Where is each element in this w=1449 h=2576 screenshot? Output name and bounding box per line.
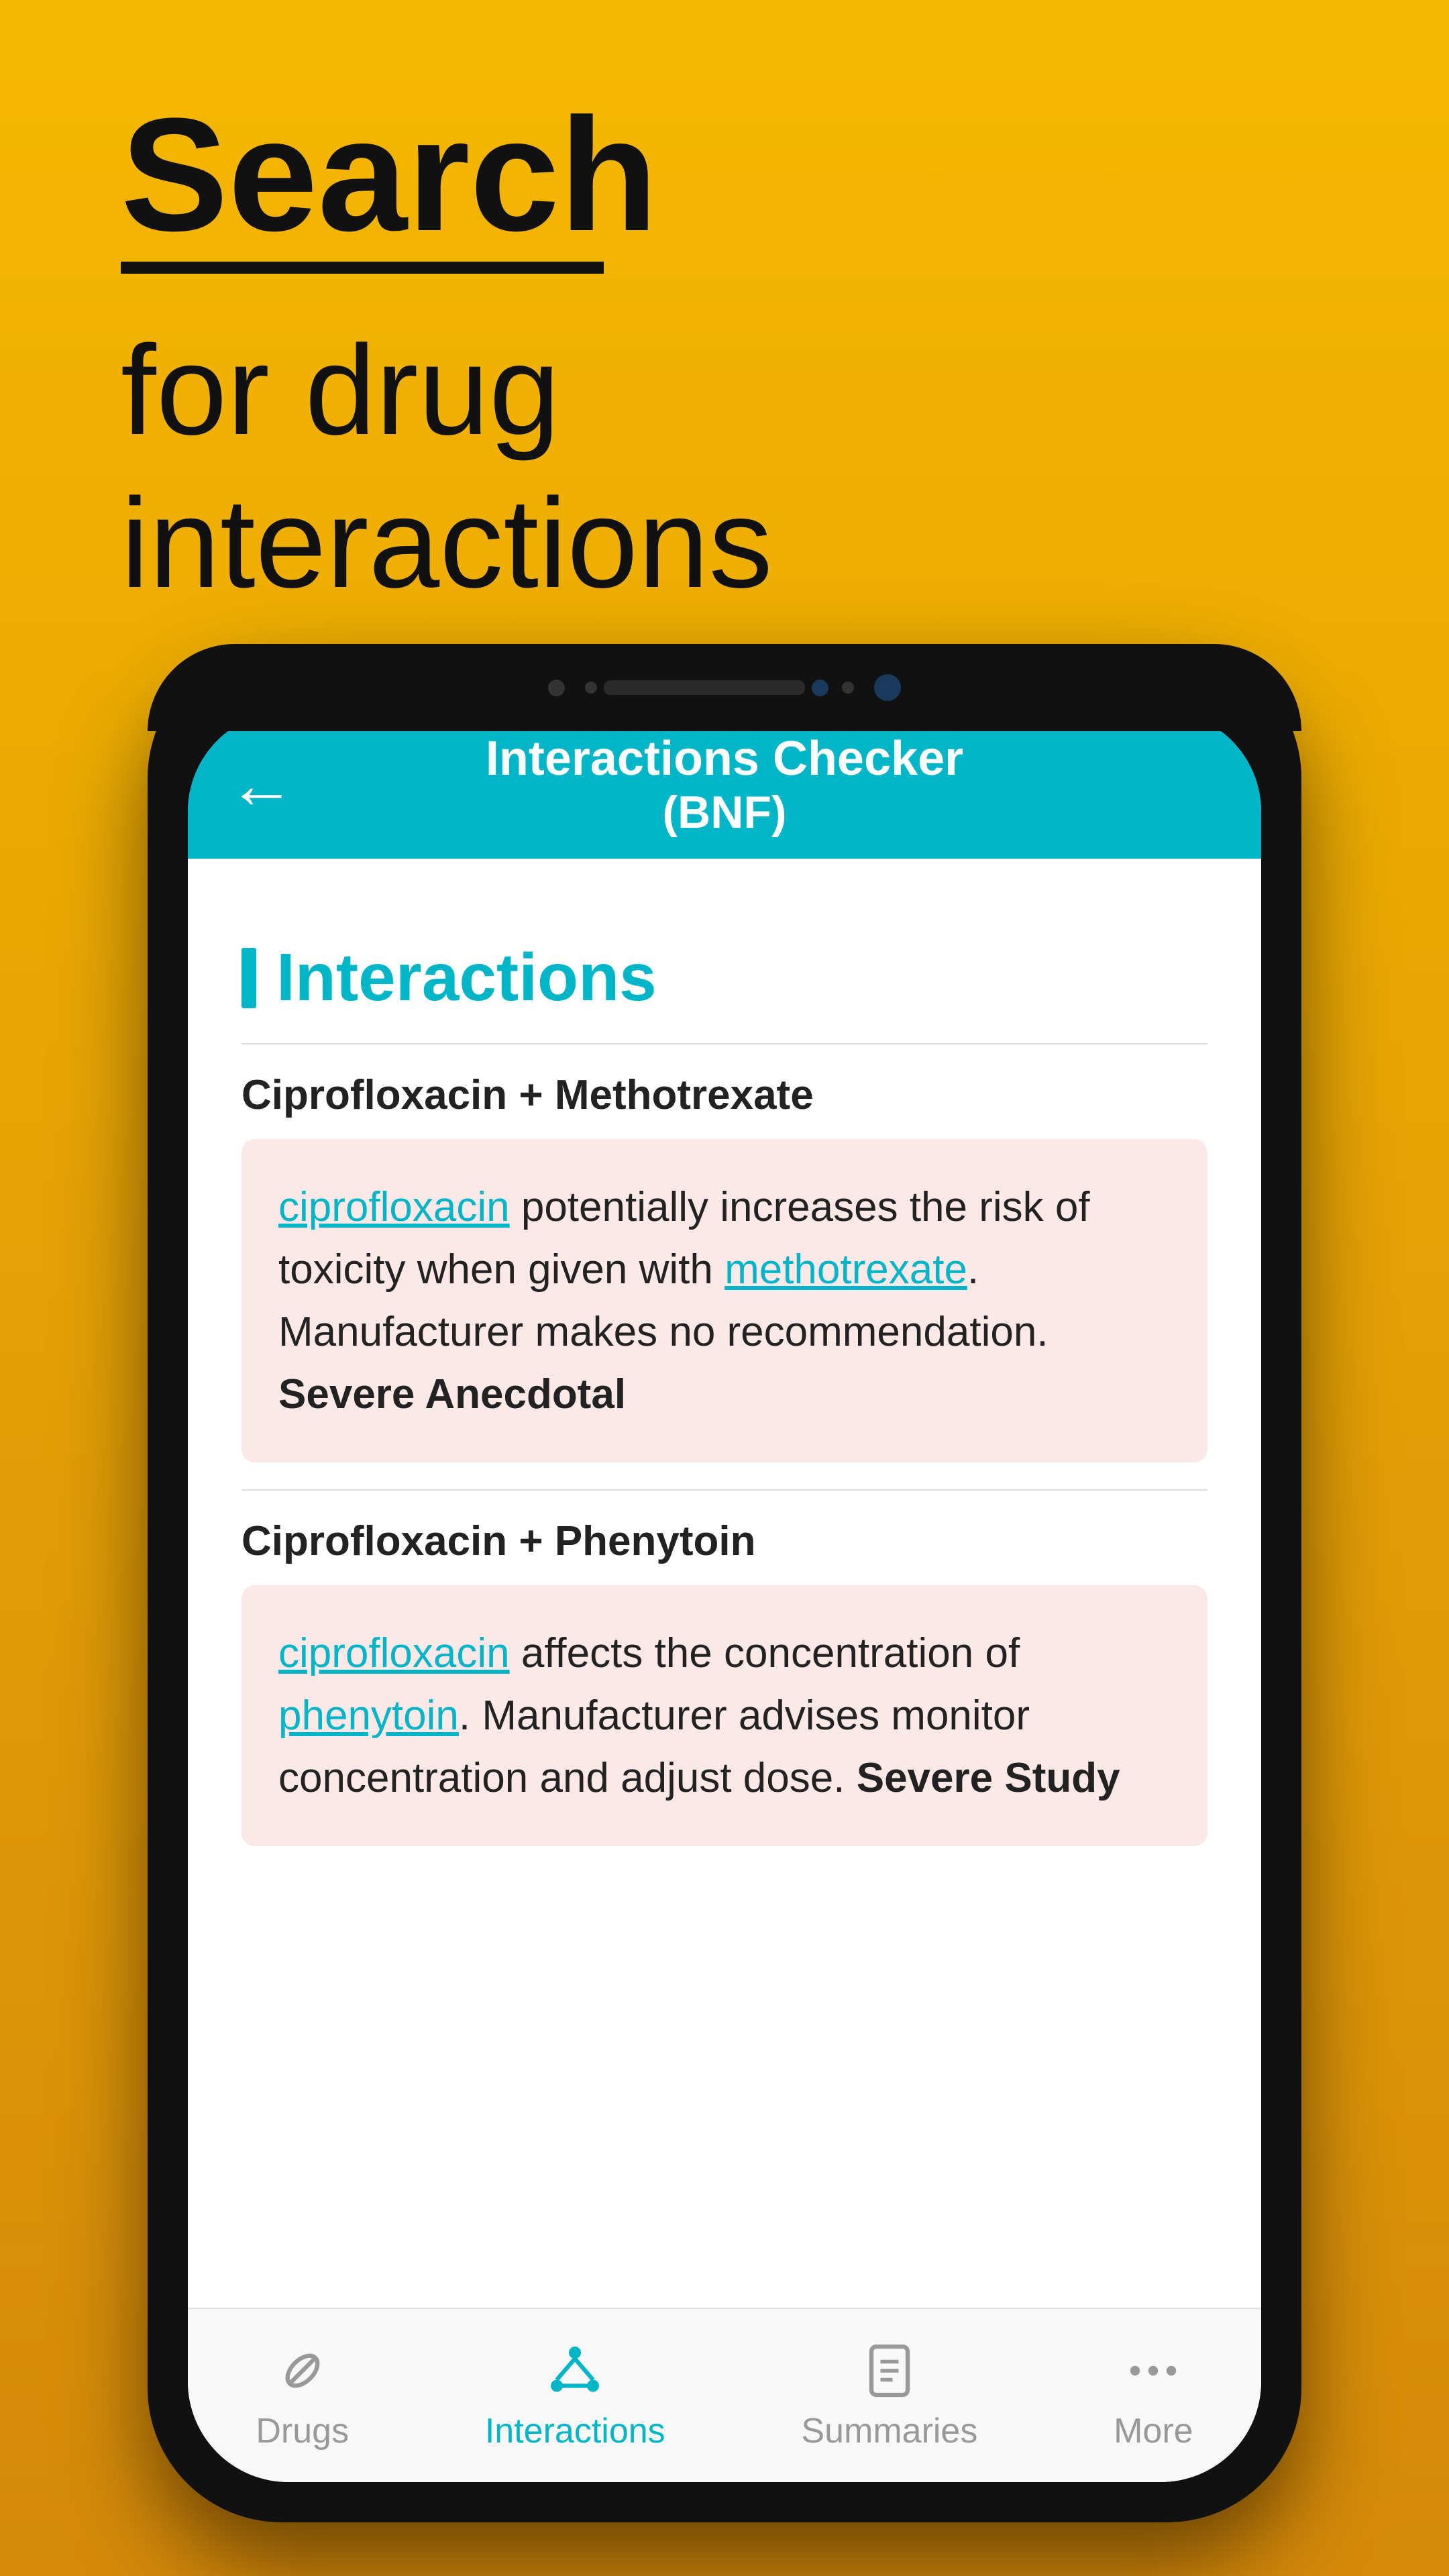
interaction-box-2: ciprofloxacin affects the concentration … [241, 1585, 1208, 1846]
drug-link-ciprofloxacin-2[interactable]: ciprofloxacin [278, 1630, 510, 1676]
notch-speaker [604, 680, 805, 695]
notch-camera-right [874, 674, 901, 701]
app-bar-title: Interactions Checker (BNF) [486, 731, 963, 839]
app-bar-title-line2: (BNF) [486, 786, 963, 839]
drug-link-phenytoin[interactable]: phenytoin [278, 1693, 459, 1739]
interaction-severity-2: Severe Study [857, 1755, 1120, 1801]
divider-2 [241, 1489, 1208, 1491]
interaction-text-middle-2: affects the concentration of [510, 1630, 1020, 1676]
interaction-item-1: Ciprofloxacin + Methotrexate ciprofloxac… [241, 1071, 1208, 1462]
section-heading: Interactions [241, 939, 1208, 1016]
drug-link-methotrexate[interactable]: methotrexate [724, 1246, 967, 1293]
hero-section: Search for drug interactions [121, 94, 773, 620]
phone-screen: ← Interactions Checker (BNF) Interaction… [188, 711, 1261, 2482]
more-icon [1123, 2341, 1183, 2401]
nav-item-summaries[interactable]: Summaries [801, 2341, 977, 2451]
app-bar-title-line1: Interactions Checker [486, 731, 963, 786]
nav-label-interactions: Interactions [485, 2411, 665, 2451]
interaction-pair-2: Ciprofloxacin + Phenytoin [241, 1517, 1208, 1565]
notch-camera-main [812, 680, 828, 696]
notch-dot1 [585, 682, 597, 694]
section-bar-accent [241, 948, 256, 1008]
nav-label-drugs: Drugs [256, 2411, 349, 2451]
notch-dot2 [842, 682, 854, 694]
divider-1 [241, 1043, 1208, 1044]
interaction-severity-1: Severe Anecdotal [278, 1371, 626, 1417]
screen-inner: ← Interactions Checker (BNF) Interaction… [188, 711, 1261, 2482]
nav-label-summaries: Summaries [801, 2411, 977, 2451]
drugs-icon [272, 2341, 333, 2401]
nav-item-more[interactable]: More [1114, 2341, 1193, 2451]
interaction-pair-1: Ciprofloxacin + Methotrexate [241, 1071, 1208, 1119]
interactions-icon [545, 2341, 605, 2401]
section-title: Interactions [276, 939, 657, 1016]
back-button[interactable]: ← [228, 747, 295, 824]
hero-subtitle-line1: for drug [121, 319, 560, 462]
interaction-box-1: ciprofloxacin potentially increases the … [241, 1139, 1208, 1462]
nav-label-more: More [1114, 2411, 1193, 2451]
interaction-item-2: Ciprofloxacin + Phenytoin ciprofloxacin … [241, 1517, 1208, 1846]
phone-frame: ← Interactions Checker (BNF) Interaction… [148, 644, 1301, 2522]
phone-notch [148, 644, 1301, 731]
bottom-nav: Drugs Interactions [188, 2308, 1261, 2482]
screen-content: Interactions Ciprofloxacin + Methotrexat… [188, 859, 1261, 2308]
hero-subtitle: for drug interactions [121, 314, 773, 620]
hero-search-title: Search [121, 94, 773, 255]
nav-item-interactions[interactable]: Interactions [485, 2341, 665, 2451]
notch-camera-left [548, 680, 565, 696]
nav-item-drugs[interactable]: Drugs [256, 2341, 349, 2451]
app-bar: ← Interactions Checker (BNF) [188, 711, 1261, 859]
hero-subtitle-line2: interactions [121, 472, 773, 614]
summaries-icon [859, 2341, 920, 2401]
drug-link-ciprofloxacin-1[interactable]: ciprofloxacin [278, 1184, 510, 1230]
